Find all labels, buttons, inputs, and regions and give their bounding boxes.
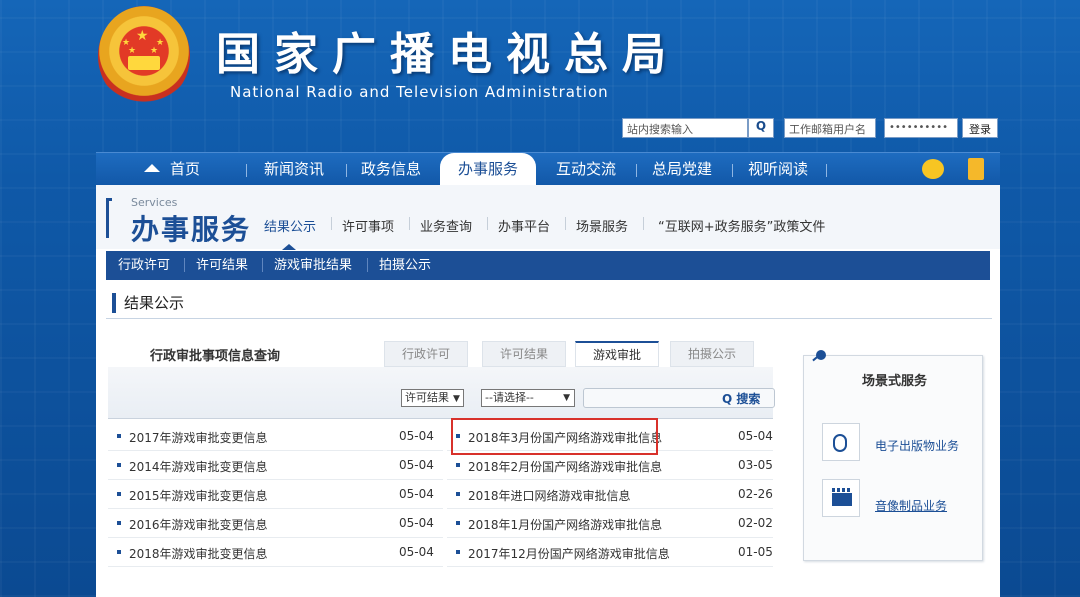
highlight-box: [451, 418, 658, 455]
category-select[interactable]: --请选择-- ▼: [481, 389, 575, 407]
nav-item-party[interactable]: 总局党建: [644, 153, 720, 186]
subbar-item-game-results[interactable]: 游戏审批结果: [274, 251, 352, 280]
home-icon: [143, 164, 160, 172]
subnav-results[interactable]: 结果公示: [264, 216, 316, 235]
list-item[interactable]: 2015年游戏审批变更信息 05-04: [108, 481, 443, 509]
nav-item-news[interactable]: 新闻资讯: [256, 153, 332, 186]
pin-icon: [816, 350, 826, 360]
subbar-item-admin-license[interactable]: 行政许可: [118, 251, 170, 280]
site-search-input[interactable]: 站内搜索输入: [622, 118, 748, 138]
query-title: 行政审批事项信息查询: [150, 349, 281, 364]
tab-license-results[interactable]: 许可结果: [482, 341, 566, 367]
filter-search-button[interactable]: Q 搜索: [722, 390, 760, 407]
list-item[interactable]: 2018年进口网络游戏审批信息 02-26: [447, 481, 773, 509]
list-item[interactable]: 2018年游戏审批变更信息 05-04: [108, 539, 443, 567]
subbar-item-filming[interactable]: 拍摄公示: [379, 251, 431, 280]
subnav-platform[interactable]: 办事平台: [498, 216, 550, 235]
clapperboard-icon[interactable]: [822, 479, 860, 517]
mobile-icon[interactable]: [968, 158, 984, 180]
subnav-licensing[interactable]: 许可事项: [342, 216, 394, 235]
section-title: 办事服务: [131, 213, 252, 246]
subbar-item-license-results[interactable]: 许可结果: [196, 251, 248, 280]
chevron-down-icon: ▼: [453, 394, 460, 404]
search-icon: Q: [722, 392, 733, 406]
main-nav: 首页 新闻资讯 政务信息 办事服务 互动交流 总局党建 视听阅读: [96, 152, 1000, 186]
mail-username-input[interactable]: 工作邮箱用户名: [784, 118, 876, 138]
tab-admin-license[interactable]: 行政许可: [384, 341, 468, 367]
chevron-down-icon: ▼: [563, 393, 570, 403]
subnav-caret: [282, 244, 296, 250]
list-item[interactable]: 2018年2月份国产网络游戏审批信息 03-05: [447, 452, 773, 480]
nav-item-media[interactable]: 视听阅读: [740, 153, 816, 186]
list-item[interactable]: 2014年游戏审批变更信息 05-04: [108, 452, 443, 480]
list-item[interactable]: 2017年12月份国产网络游戏审批信息 01-05: [447, 539, 773, 567]
results-heading: 结果公示: [112, 293, 184, 313]
nav-item-interaction[interactable]: 互动交流: [548, 153, 624, 186]
title-bracket: [106, 198, 112, 238]
results-divider: [106, 318, 992, 319]
search-button[interactable]: Q: [748, 118, 774, 138]
nav-item-home[interactable]: 首页: [132, 153, 212, 186]
login-button[interactable]: 登录: [962, 118, 998, 138]
list-item[interactable]: 2016年游戏审批变更信息 05-04: [108, 510, 443, 538]
site-title: 国家广播电视总局: [216, 29, 680, 80]
tab-filming[interactable]: 拍摄公示: [670, 341, 754, 367]
nav-item-services[interactable]: 办事服务: [440, 153, 536, 186]
result-type-select[interactable]: 许可结果 ▼: [401, 389, 464, 407]
subnav-scene[interactable]: 场景服务: [576, 216, 628, 235]
mouse-icon[interactable]: [822, 423, 860, 461]
list-item[interactable]: 2017年游戏审批变更信息 05-04: [108, 423, 443, 451]
subnav-query[interactable]: 业务查询: [420, 216, 472, 235]
site-subtitle: National Radio and Television Administra…: [230, 83, 609, 101]
electronic-publication-link[interactable]: 电子出版物业务: [875, 437, 959, 454]
audio-video-link[interactable]: 音像制品业务: [875, 497, 947, 514]
list-item[interactable]: 2018年1月份国产网络游戏审批信息 02-02: [447, 510, 773, 538]
search-icon: Q: [755, 119, 767, 133]
tab-game-approval[interactable]: 游戏审批: [575, 341, 659, 367]
scene-service-title: 场景式服务: [862, 374, 928, 389]
chat-icon[interactable]: [922, 159, 944, 179]
national-emblem-logo: ★ ★ ★ ★ ★: [98, 6, 190, 106]
subnav-policy[interactable]: “互联网+政务服务”政策文件: [658, 216, 825, 235]
nav-item-government[interactable]: 政务信息: [356, 153, 426, 186]
mail-password-input[interactable]: ••••••••••: [884, 118, 958, 138]
